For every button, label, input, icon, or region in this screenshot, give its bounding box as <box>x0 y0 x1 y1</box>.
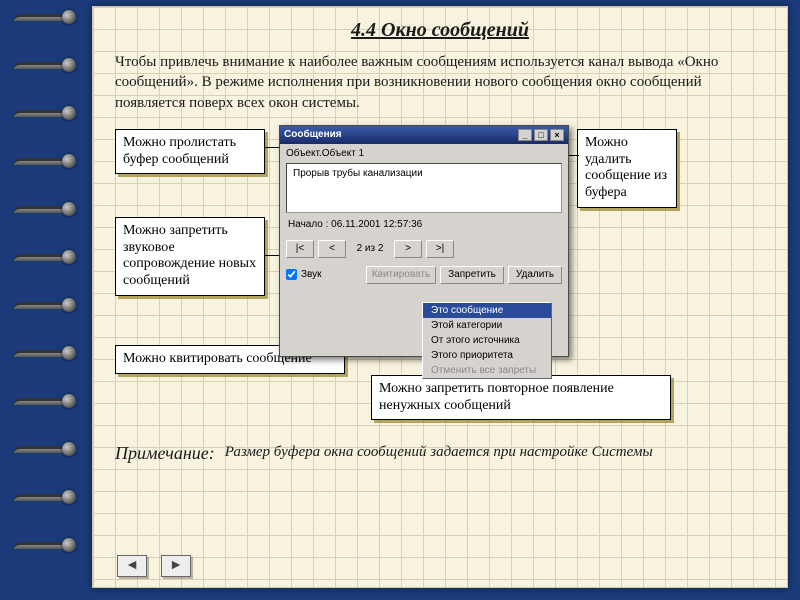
dialog-titlebar: Сообщения _ □ × <box>280 126 568 144</box>
nav-next-button[interactable]: > <box>394 240 422 258</box>
delete-button[interactable]: Удалить <box>508 266 562 284</box>
sound-checkbox-input[interactable] <box>286 269 297 280</box>
menu-this-category[interactable]: Этой категории <box>423 318 551 333</box>
sound-checkbox[interactable]: Звук <box>286 269 322 280</box>
message-text: Прорыв трубы канализации <box>293 168 423 179</box>
object-label: Объект.Объект 1 <box>280 144 568 161</box>
menu-this-priority[interactable]: Этого приоритета <box>423 348 551 363</box>
menu-this-source[interactable]: От этого источника <box>423 333 551 348</box>
minimize-button[interactable]: _ <box>518 129 532 141</box>
menu-cancel-all: Отменить все запреты <box>423 363 551 378</box>
dialog-title: Сообщения <box>284 129 342 140</box>
nav-last-button[interactable]: >| <box>426 240 454 258</box>
menu-this-message[interactable]: Это сообщение <box>423 303 551 318</box>
slide-nav: ◄ ► <box>117 555 191 577</box>
callout-disable-sound: Можно запретить звуковое сопровождение н… <box>115 217 265 296</box>
nav-row: |< < 2 из 2 > >| <box>280 236 568 262</box>
nav-prev-button[interactable]: < <box>318 240 346 258</box>
nav-first-button[interactable]: |< <box>286 240 314 258</box>
next-slide-button[interactable]: ► <box>161 555 191 577</box>
close-button[interactable]: × <box>550 129 564 141</box>
callout-scroll-buffer: Можно пролистать буфер сообщений <box>115 129 265 175</box>
ack-button[interactable]: Квитировать <box>366 266 436 284</box>
timestamp: Начало : 06.11.2001 12:57:36 <box>288 219 560 230</box>
diagram-stage: Можно пролистать буфер сообщений Можно з… <box>115 125 765 435</box>
callout-ban-repeat: Можно запретить повторное появление нену… <box>371 375 671 421</box>
messages-dialog: Сообщения _ □ × Объект.Объект 1 Прорыв т… <box>279 125 569 357</box>
page: 4.4 Окно сообщений Чтобы привлечь вниман… <box>92 6 788 588</box>
note-label: Примечание: <box>115 443 215 464</box>
note-text: Размер буфера окна сообщений задается пр… <box>225 443 653 462</box>
callout-delete: Можно удалить сообщение из буфера <box>577 129 677 208</box>
ban-dropdown-menu: Это сообщение Этой категории От этого ис… <box>422 302 552 379</box>
page-title: 4.4 Окно сообщений <box>115 19 765 42</box>
prev-slide-button[interactable]: ◄ <box>117 555 147 577</box>
page-counter: 2 из 2 <box>350 243 390 254</box>
message-panel: Прорыв трубы канализации <box>286 163 562 213</box>
ban-button[interactable]: Запретить <box>440 266 504 284</box>
spiral-binding <box>0 0 90 600</box>
intro-paragraph: Чтобы привлечь внимание к наиболее важны… <box>115 52 765 113</box>
maximize-button[interactable]: □ <box>534 129 548 141</box>
note-row: Примечание: Размер буфера окна сообщений… <box>115 443 765 464</box>
action-row: Звук Квитировать Запретить Удалить <box>280 262 568 288</box>
